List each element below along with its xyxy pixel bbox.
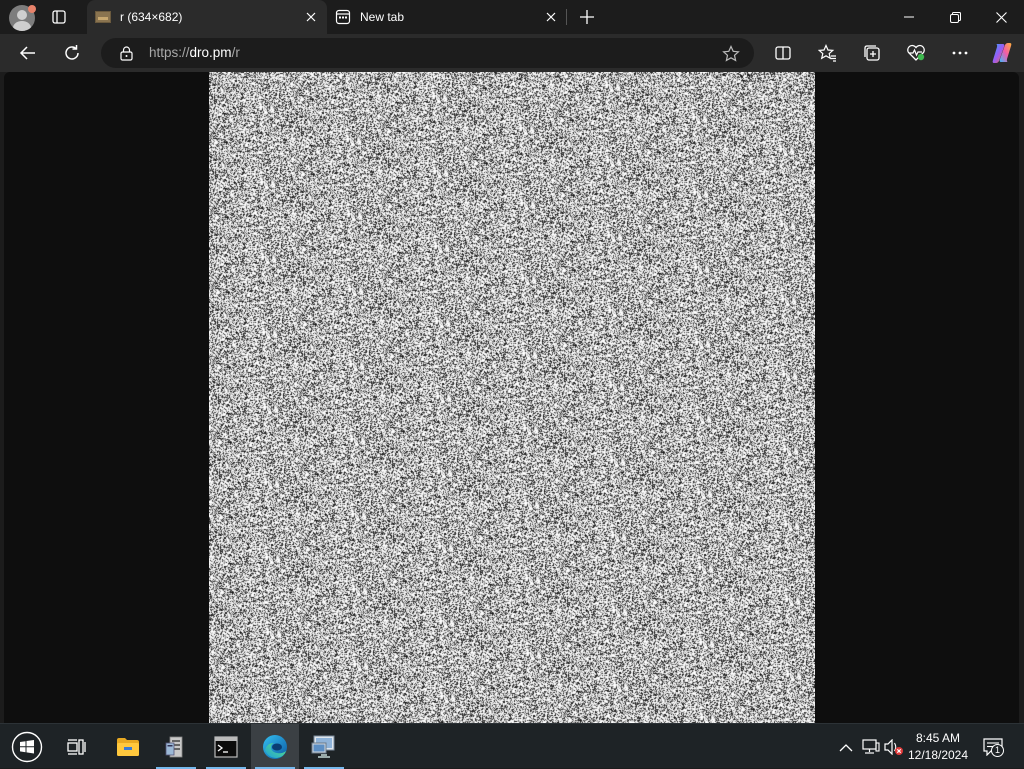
edge-button[interactable] xyxy=(251,724,299,769)
clock-date: 12/18/2024 xyxy=(907,748,969,762)
close-icon xyxy=(546,12,556,22)
more-icon xyxy=(952,51,968,55)
back-button[interactable] xyxy=(13,38,43,68)
task-view-icon xyxy=(67,738,86,755)
new-tab-page-icon xyxy=(335,9,351,25)
clock-time: 8:45 AM xyxy=(915,731,961,745)
collections-icon xyxy=(864,45,880,61)
windows-logo-icon xyxy=(11,731,43,762)
system-clock[interactable]: 8:45 AM 12/18/2024 xyxy=(906,730,970,764)
edge-icon xyxy=(263,734,287,759)
start-button[interactable] xyxy=(3,724,51,769)
tab-title: New tab xyxy=(360,10,405,24)
chevron-up-icon xyxy=(839,743,853,751)
copilot-icon xyxy=(992,43,1012,63)
close-icon xyxy=(306,12,316,22)
add-favorite-button[interactable] xyxy=(721,44,741,64)
url-text[interactable]: https://dro.pm/r xyxy=(149,45,240,60)
notifications-button[interactable]: 1 xyxy=(980,734,1006,760)
volume-muted-icon xyxy=(884,739,903,755)
show-hidden-icons-button[interactable] xyxy=(836,737,856,757)
restore-button[interactable] xyxy=(932,0,978,34)
refresh-icon xyxy=(65,45,79,60)
favorites-icon xyxy=(818,44,836,62)
profile-status-dot xyxy=(28,5,36,13)
server-manager-button[interactable] xyxy=(152,724,200,769)
star-icon xyxy=(722,45,740,62)
remote-desktop-button[interactable] xyxy=(300,724,348,769)
task-view-button[interactable] xyxy=(53,724,101,769)
back-icon xyxy=(19,46,35,60)
more-button[interactable] xyxy=(945,38,975,68)
copilot-button[interactable] xyxy=(987,38,1017,68)
split-screen-icon xyxy=(775,46,791,60)
browser-essentials-button[interactable] xyxy=(901,38,931,68)
collections-button[interactable] xyxy=(857,38,887,68)
new-tab-button[interactable] xyxy=(577,7,597,27)
tab-close-button[interactable] xyxy=(301,7,321,27)
avatar-head-shape xyxy=(17,10,27,20)
plus-icon xyxy=(580,10,594,24)
minimize-icon xyxy=(904,16,914,18)
page-viewport xyxy=(4,72,1019,723)
command-prompt-button[interactable] xyxy=(202,724,250,769)
tab-close-button[interactable] xyxy=(541,7,561,27)
address-bar[interactable]: https://dro.pm/r xyxy=(101,38,754,68)
taskbar: 8:45 AM 12/18/2024 1 xyxy=(0,723,1024,769)
url-scheme: https:// xyxy=(149,45,190,60)
browser-essentials-icon xyxy=(907,44,925,61)
tab-separator xyxy=(566,9,567,25)
tab-title: r (634×682) xyxy=(120,10,183,24)
noise-image[interactable] xyxy=(209,72,815,723)
minimize-button[interactable] xyxy=(886,0,932,34)
image-thumbnail-icon xyxy=(95,9,111,25)
notification-count-badge: 1 xyxy=(991,744,1004,757)
lock-icon[interactable] xyxy=(118,45,134,61)
close-window-button[interactable] xyxy=(978,0,1024,34)
close-icon xyxy=(995,11,1007,23)
terminal-icon xyxy=(214,735,238,758)
refresh-button[interactable] xyxy=(57,38,87,68)
network-icon xyxy=(862,739,880,754)
split-screen-button[interactable] xyxy=(768,38,798,68)
file-explorer-button[interactable] xyxy=(104,724,152,769)
avatar-body-shape xyxy=(13,21,31,31)
url-host: dro.pm xyxy=(189,45,232,60)
tab-new-tab[interactable]: New tab xyxy=(327,0,567,34)
folder-icon xyxy=(117,737,139,756)
browser-titlebar: r (634×682) New tab xyxy=(0,0,1024,34)
server-manager-icon xyxy=(165,736,183,757)
remote-desktop-icon xyxy=(311,735,335,758)
tab-image[interactable]: r (634×682) xyxy=(87,0,327,34)
volume-button[interactable] xyxy=(884,737,904,757)
tab-actions-icon xyxy=(52,10,66,24)
network-button[interactable] xyxy=(861,737,881,757)
url-path: /r xyxy=(231,45,240,60)
favorites-button[interactable] xyxy=(812,38,842,68)
tab-actions-button[interactable] xyxy=(50,8,68,26)
restore-icon xyxy=(949,11,961,23)
